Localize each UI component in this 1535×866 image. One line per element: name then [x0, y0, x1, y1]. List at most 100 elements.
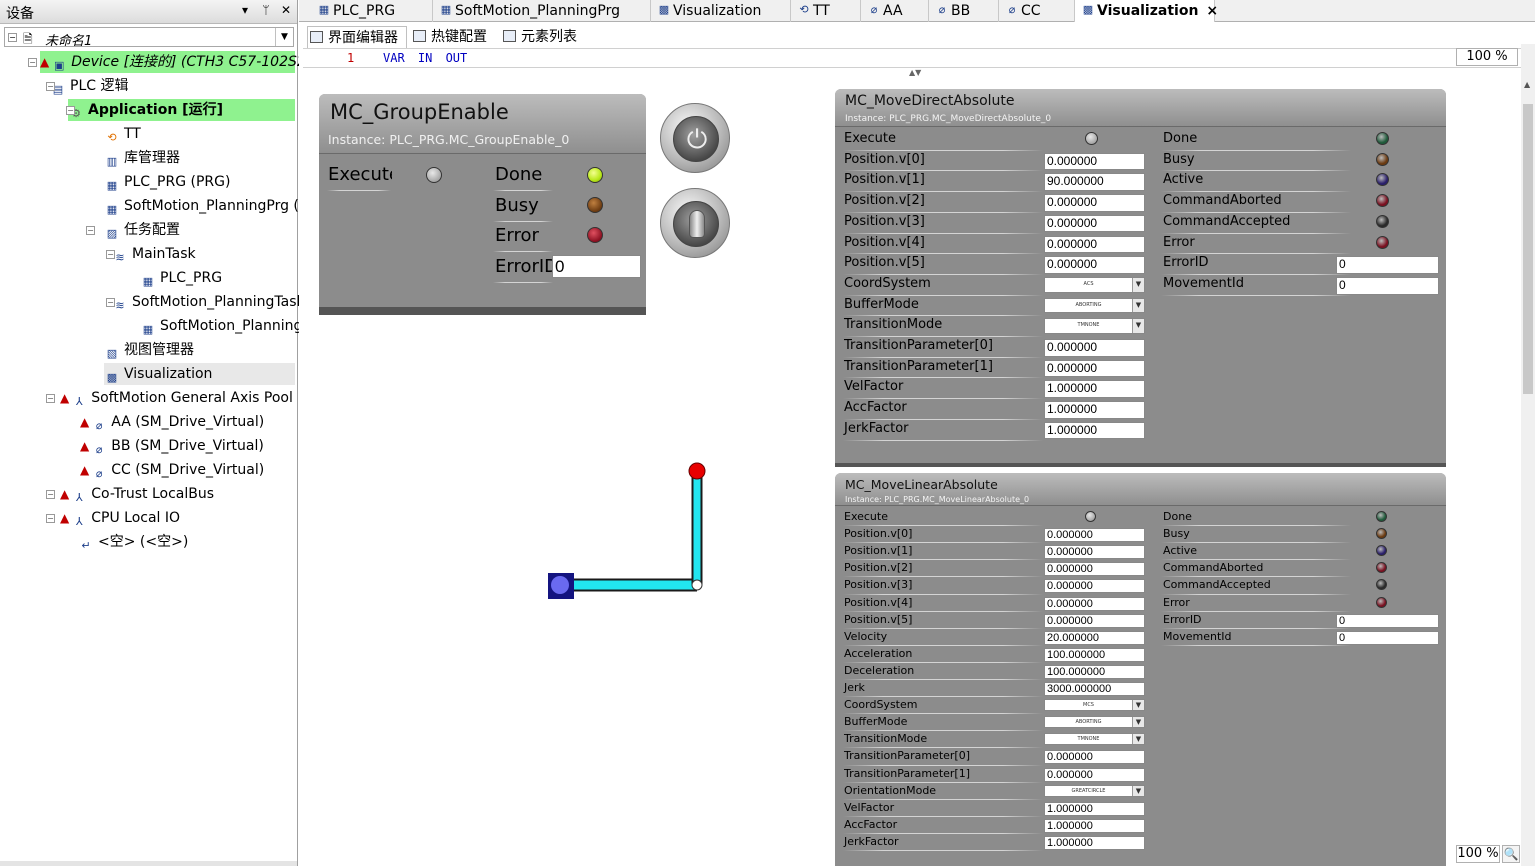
input-value-field[interactable]: 0.000000 — [1044, 562, 1145, 577]
input-value-field[interactable]: 100.000000 — [1044, 664, 1145, 679]
scrollbar-thumb[interactable] — [1523, 104, 1533, 394]
horizontal-scrollbar[interactable] — [0, 861, 297, 866]
editor-tab[interactable]: ⌀ AA — [861, 0, 929, 22]
input-value-field[interactable]: 1.000000 — [1044, 835, 1145, 850]
vertical-scrollbar[interactable]: ▲ — [1521, 44, 1535, 866]
input-value-field[interactable]: 0.000000 — [1044, 596, 1145, 611]
input-value-field[interactable]: 0.000000 — [1044, 256, 1145, 274]
tree-item[interactable]: ▨ 任务配置 — [104, 219, 180, 241]
collapse-toggle-icon[interactable]: − — [46, 387, 58, 409]
tree-item[interactable]: ▲ ⅄ SoftMotion General Axis Pool — [60, 387, 293, 409]
editor-tab[interactable]: ⌀ BB — [929, 0, 999, 22]
editor-tab[interactable]: ▦ SoftMotion_PlanningPrg — [433, 0, 651, 22]
tree-item[interactable]: ▩ Visualization — [104, 363, 295, 385]
input-value-field[interactable]: 0.000000 — [1044, 579, 1145, 594]
pin-icon[interactable]: ᛘ — [259, 3, 273, 17]
enum-dropdown[interactable]: TMNONE ▼ — [1044, 733, 1145, 746]
collapse-toggle-icon[interactable]: − — [8, 33, 17, 42]
enum-dropdown[interactable]: ABORTING ▼ — [1044, 297, 1145, 314]
collapse-toggle-icon[interactable]: − — [66, 99, 78, 121]
editor-tab[interactable]: ⟲ TT — [791, 0, 861, 22]
chevron-down-icon[interactable]: ▼ — [1132, 734, 1144, 745]
collapse-toggle-icon[interactable]: − — [46, 507, 58, 529]
collapse-toggle-icon[interactable]: − — [106, 291, 118, 313]
execute-button[interactable] — [1085, 511, 1096, 522]
input-value-field[interactable]: 1.000000 — [1044, 818, 1145, 833]
subtab[interactable]: 元素列表 — [501, 26, 585, 48]
tree-item[interactable]: ▲ ⌀ BB (SM_Drive_Virtual) — [80, 435, 264, 457]
chevron-down-icon[interactable]: ▼ — [1132, 717, 1144, 728]
code-line[interactable]: VAR IN OUT — [383, 51, 467, 65]
chevron-down-icon[interactable]: ▼ — [1132, 298, 1144, 313]
tree-item[interactable]: ▲ ▣ Device [连接的] (CTH3 C57-102S2_ — [40, 51, 313, 73]
collapse-toggle-icon[interactable]: − — [86, 219, 98, 241]
tree-item[interactable]: ▦ SoftMotion_PlanningPrg (PR — [104, 195, 317, 217]
execute-button[interactable] — [1085, 132, 1098, 145]
enum-dropdown[interactable]: ACS ▼ — [1044, 276, 1145, 293]
subtab[interactable]: 界面编辑器 — [307, 26, 407, 48]
var-declaration-bar[interactable]: 1 VAR IN OUT — [303, 48, 1523, 68]
input-value-field[interactable]: 0.000000 — [1044, 750, 1145, 765]
execute-button[interactable] — [426, 167, 442, 183]
chevron-down-icon[interactable]: ▼ — [1132, 700, 1144, 711]
chevron-down-icon[interactable]: ▼ — [1132, 277, 1144, 292]
chevron-down-icon[interactable]: ▼ — [275, 28, 293, 46]
tree-item[interactable]: ▥ 库管理器 — [104, 147, 180, 169]
chevron-down-icon[interactable]: ▼ — [1132, 319, 1144, 333]
input-value-field[interactable]: 1.000000 — [1044, 380, 1145, 399]
tree-item[interactable]: ▲ ⌀ AA (SM_Drive_Virtual) — [80, 411, 264, 433]
tree-item[interactable]: ▧ 视图管理器 — [104, 339, 194, 361]
close-tab-icon[interactable]: × — [1206, 3, 1218, 19]
tree-item[interactable]: ▦ PLC_PRG (PRG) — [104, 171, 231, 193]
toggle-switch[interactable] — [660, 188, 730, 258]
input-value-field[interactable]: 0.000000 — [1044, 235, 1145, 254]
collapse-toggle-icon[interactable]: − — [46, 483, 58, 505]
scroll-up-icon[interactable]: ▲ — [1524, 80, 1530, 89]
tree-item[interactable]: ▲ ⌀ CC (SM_Drive_Virtual) — [80, 459, 264, 481]
panel-menu-icon[interactable]: ▾ — [238, 3, 252, 17]
power-button[interactable]: ⏻ — [660, 103, 730, 173]
zoom-level-top[interactable]: 100 % — [1456, 48, 1518, 66]
close-icon[interactable]: ✕ — [279, 3, 293, 17]
tree-item[interactable]: ▦ SoftMotion_PlanningP — [140, 315, 311, 337]
input-value-field[interactable]: 0.000000 — [1044, 528, 1145, 543]
input-value-field[interactable]: 0.000000 — [1044, 194, 1145, 212]
input-value-field[interactable]: 90.000000 — [1044, 173, 1145, 192]
editor-tab[interactable]: ▩ Visualization — [651, 0, 791, 22]
collapse-toggle-icon[interactable]: − — [28, 51, 40, 73]
tree-item[interactable]: ⟲ TT — [104, 123, 140, 145]
input-value-field[interactable]: 0.000000 — [1044, 545, 1145, 560]
editor-tab[interactable]: ▩ Visualization × — [1075, 0, 1218, 22]
tree-item[interactable]: ⚙ Application [运行] — [68, 99, 295, 121]
collapse-toggle-icon[interactable]: − — [106, 243, 118, 265]
input-value-field[interactable]: 3000.000000 — [1044, 682, 1145, 697]
collapse-toggle-icon[interactable]: − — [46, 75, 58, 97]
editor-tab[interactable]: ▦ PLC_PRG — [311, 0, 433, 22]
tree-item[interactable]: ≋ MainTask — [112, 243, 195, 265]
subtab[interactable]: 热键配置 — [411, 26, 499, 48]
input-value-field[interactable]: 0.000000 — [1044, 214, 1145, 233]
input-value-field[interactable]: 0.000000 — [1044, 613, 1145, 628]
visualization-canvas[interactable]: MC_GroupEnable Instance: PLC_PRG.MC_Grou… — [303, 76, 1523, 866]
input-value-field[interactable]: 0.000000 — [1044, 339, 1145, 357]
tree-item[interactable]: ▲ ⅄ Co-Trust LocalBus — [60, 483, 214, 505]
enum-dropdown[interactable]: TMNONE ▼ — [1044, 318, 1145, 334]
input-value-field[interactable]: 20.000000 — [1044, 630, 1145, 645]
input-value-field[interactable]: 0.000000 — [1044, 152, 1145, 171]
editor-tab[interactable]: ⌀ CC — [999, 0, 1075, 22]
tree-item[interactable]: ↵ <空> (<空>) — [78, 531, 188, 553]
input-value-field[interactable]: 1.000000 — [1044, 801, 1145, 816]
input-value-field[interactable]: 1.000000 — [1044, 401, 1145, 419]
chevron-down-icon[interactable]: ▼ — [1132, 785, 1144, 796]
tree-item[interactable]: ▲ ⅄ CPU Local IO — [60, 507, 180, 529]
zoom-level-bottom[interactable]: 100 % — [1456, 845, 1500, 863]
zoom-icon[interactable]: 🔍 — [1502, 845, 1520, 863]
input-value-field[interactable]: 1.000000 — [1044, 421, 1145, 440]
enum-dropdown[interactable]: ABORTING ▼ — [1044, 716, 1145, 729]
tree-item[interactable]: ▤ PLC 逻辑 — [50, 75, 129, 97]
tree-item[interactable]: ≋ SoftMotion_PlanningTask — [112, 291, 304, 313]
tree-item[interactable]: ▦ PLC_PRG — [140, 267, 222, 289]
input-value-field[interactable]: 100.000000 — [1044, 647, 1145, 662]
project-root[interactable]: − 🗎 未命名1 ▼ — [4, 27, 294, 49]
enum-dropdown[interactable]: MCS ▼ — [1044, 699, 1145, 712]
